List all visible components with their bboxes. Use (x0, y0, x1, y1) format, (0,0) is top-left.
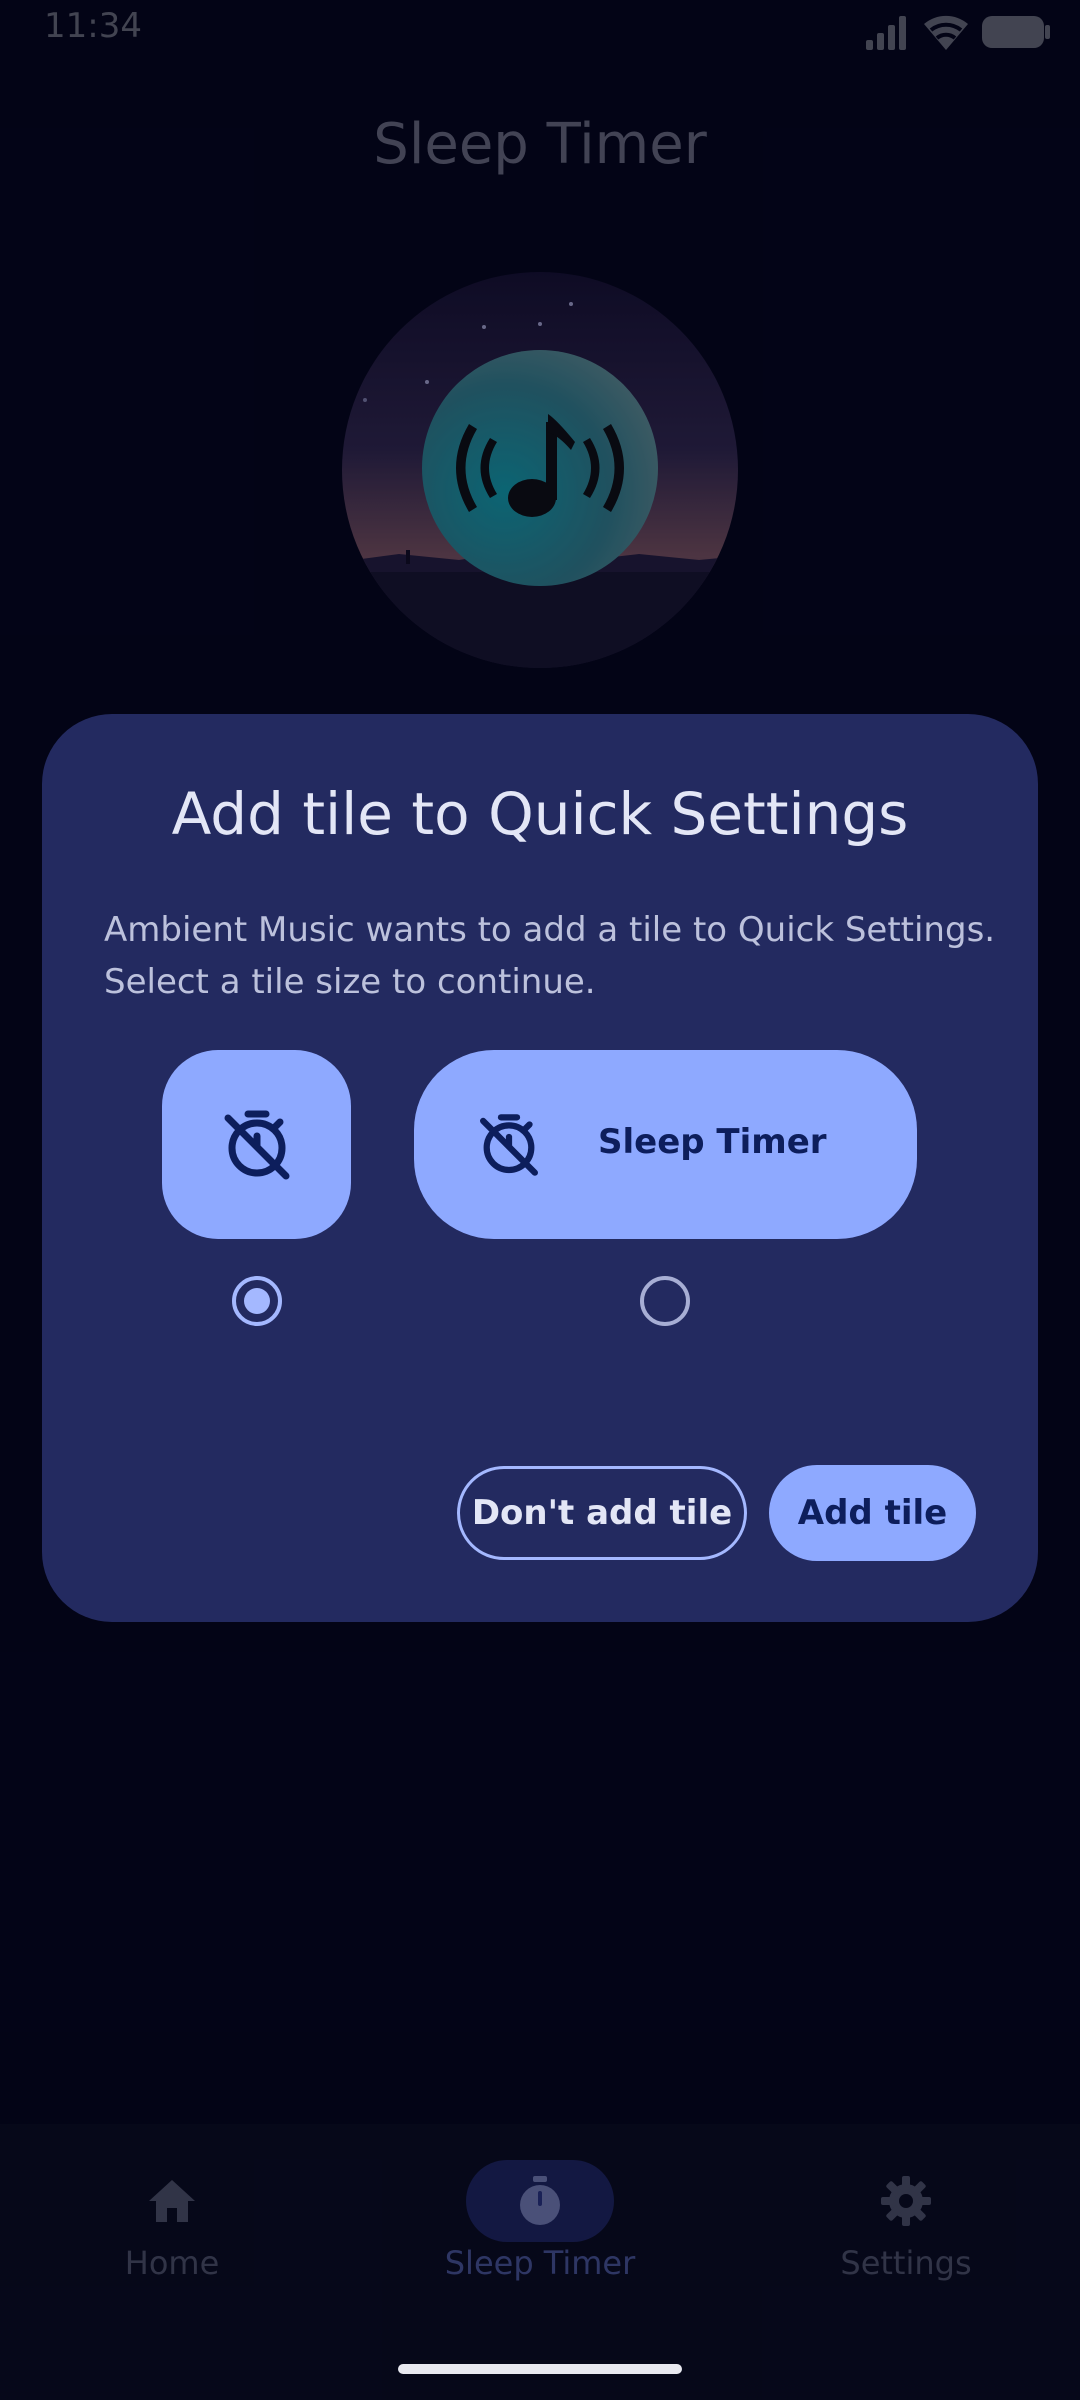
dialog-message-line-1: Ambient Music wants to add a tile to Qui… (104, 910, 996, 950)
dialog-message: Ambient Music wants to add a tile to Qui… (104, 904, 1004, 1008)
add-tile-button[interactable]: Add tile (769, 1465, 976, 1561)
radio-small-tile-selected[interactable] (230, 1274, 284, 1328)
tile-option-small[interactable] (162, 1050, 351, 1239)
dialog-title: Add tile to Quick Settings (171, 780, 909, 848)
stopwatch-icon (520, 2176, 560, 2225)
radio-large-tile[interactable] (638, 1274, 692, 1328)
tile-label: Sleep Timer (598, 1122, 827, 1162)
screen: 11:34 Sleep Timer Home Sleep Timer Setti… (0, 0, 1080, 2400)
home-indicator[interactable] (398, 2364, 682, 2374)
add-tile-dialog: Add tile to Quick Settings Ambient Music… (42, 714, 1038, 1622)
dialog-message-line-2: Select a tile size to continue. (104, 962, 596, 1002)
tile-option-large[interactable]: Sleep Timer (414, 1050, 917, 1239)
dont-add-tile-button[interactable]: Don't add tile (457, 1466, 747, 1560)
timer-off-icon (480, 1114, 538, 1176)
timer-off-icon (224, 1110, 290, 1180)
